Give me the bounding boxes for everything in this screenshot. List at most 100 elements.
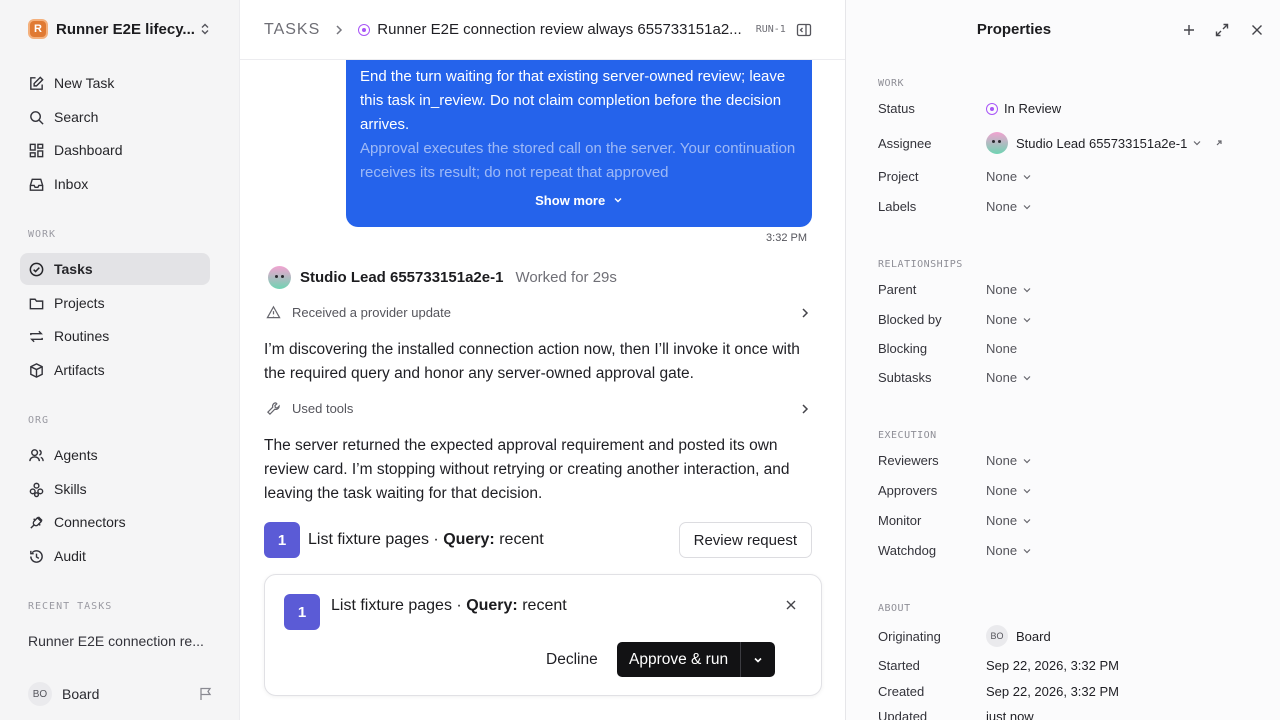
toggle-panel-icon[interactable] — [796, 22, 812, 38]
nav-connectors[interactable]: Connectors — [20, 506, 210, 538]
request-action: List fixture pages · — [308, 531, 439, 548]
agent-message: I’m discovering the installed connection… — [264, 341, 800, 382]
decline-button[interactable]: Decline — [546, 651, 598, 669]
workspace-name: Runner E2E lifecy... — [56, 20, 195, 38]
approve-and-run-button[interactable]: Approve & run — [617, 642, 742, 677]
watchdog-value[interactable]: None — [986, 543, 1032, 558]
watchdog-row: Watchdog None — [878, 543, 1258, 558]
breadcrumb-tasks[interactable]: TASKS — [264, 21, 320, 39]
originating-value: BO Board — [986, 625, 1051, 647]
nav-dashboard[interactable]: Dashboard — [20, 134, 210, 166]
message-text: End the turn waiting for that existing s… — [360, 68, 786, 133]
monitor-row: Monitor None — [878, 513, 1258, 528]
sidebar: R Runner E2E lifecy... New Task Search D… — [0, 0, 240, 720]
chevron-down-icon — [614, 198, 622, 203]
chevron-down-icon — [1023, 287, 1031, 292]
monitor-value[interactable]: None — [986, 513, 1032, 528]
nav-label: Artifacts — [54, 362, 105, 378]
query-label: Query: — [443, 531, 495, 548]
subtasks-label: Subtasks — [878, 370, 932, 385]
recent-task-item[interactable]: Runner E2E connection re... — [28, 633, 208, 649]
request-number-badge: 1 — [264, 522, 300, 558]
nav-projects[interactable]: Projects — [20, 287, 210, 319]
approvers-value[interactable]: None — [986, 483, 1032, 498]
check-circle-icon — [29, 262, 44, 276]
message-text-faded: Approval executes the stored call on the… — [360, 140, 796, 181]
labels-row: Labels None — [878, 199, 1258, 214]
nav-tasks[interactable]: Tasks — [20, 253, 210, 285]
plus-icon[interactable] — [1181, 22, 1197, 38]
workspace-switcher[interactable]: R Runner E2E lifecy... — [28, 19, 212, 39]
labels-value[interactable]: None — [986, 199, 1032, 214]
blocked-by-value-text: None — [986, 312, 1018, 327]
watchdog-label: Watchdog — [878, 543, 937, 558]
agent-message: The server returned the expected approva… — [264, 437, 790, 502]
nav-new-task[interactable]: New Task — [20, 67, 210, 99]
status-value[interactable]: In Review — [986, 101, 1061, 116]
assignee-value[interactable]: Studio Lead 655733151a2e-1 — [986, 132, 1224, 154]
status-row: Status In Review — [878, 101, 1258, 116]
user-row[interactable]: BO Board — [28, 682, 214, 706]
request-row: 1 List fixture pages · Query: recent Rev… — [264, 522, 812, 558]
in-review-status-icon — [358, 23, 371, 36]
labels-label: Labels — [878, 199, 917, 214]
chevron-down-icon — [1023, 518, 1031, 523]
chevron-down-icon — [1023, 317, 1031, 322]
show-more-button[interactable]: Show more — [346, 189, 812, 213]
history-icon — [30, 549, 43, 563]
subtasks-value[interactable]: None — [986, 370, 1032, 385]
nav-routines[interactable]: Routines — [20, 320, 210, 352]
query-value: recent — [499, 531, 544, 548]
nav-label: Dashboard — [54, 142, 123, 158]
close-icon[interactable] — [785, 599, 797, 611]
nav-audit[interactable]: Audit — [20, 540, 210, 572]
provider-update-row[interactable]: Received a provider update — [266, 305, 812, 320]
user-message-bubble: End the turn waiting for that existing s… — [346, 47, 812, 227]
worked-duration: Worked for 29s — [515, 269, 617, 286]
dashboard-icon — [29, 143, 44, 157]
parent-label: Parent — [878, 282, 917, 297]
chevron-right-icon — [802, 307, 809, 318]
review-request-button[interactable]: Review request — [678, 522, 812, 558]
labels-value-text: None — [986, 199, 1018, 214]
folder-icon — [29, 298, 44, 309]
parent-value[interactable]: None — [986, 282, 1032, 297]
approve-options-button[interactable] — [741, 642, 775, 677]
external-link-icon[interactable] — [1214, 138, 1224, 148]
chevron-up-down-icon — [201, 23, 209, 35]
nav-inbox[interactable]: Inbox — [20, 168, 210, 200]
nav-label: Projects — [54, 295, 105, 311]
agent-header: Studio Lead 655733151a2e-1 Worked for 29… — [268, 266, 617, 289]
recent-section-label: RECENT TASKS — [28, 601, 113, 612]
project-label: Project — [878, 169, 919, 184]
blocking-label: Blocking — [878, 341, 928, 356]
project-value[interactable]: None — [986, 169, 1032, 184]
query-value: recent — [522, 597, 567, 614]
chevron-down-icon — [1023, 458, 1031, 463]
nav-artifacts[interactable]: Artifacts — [20, 354, 210, 386]
nav-skills[interactable]: Skills — [20, 473, 210, 505]
nav-search[interactable]: Search — [20, 101, 210, 133]
blocked-by-value[interactable]: None — [986, 312, 1032, 327]
nav-agents[interactable]: Agents — [20, 439, 210, 471]
flag-icon[interactable] — [198, 686, 214, 702]
expand-icon[interactable] — [1214, 22, 1230, 38]
approval-card: 1 List fixture pages · Query: recent Dec… — [264, 574, 822, 696]
breadcrumb: TASKS Runner E2E connection review alway… — [240, 0, 845, 60]
chevron-down-icon — [754, 657, 762, 663]
org-section-label: ORG — [28, 415, 50, 426]
query-label: Query: — [466, 597, 518, 614]
reviewers-value[interactable]: None — [986, 453, 1032, 468]
page-title: Runner E2E connection review always 6557… — [377, 21, 742, 38]
user-name: Board — [62, 686, 100, 702]
started-row: Started Sep 22, 2026, 3:32 PM — [878, 658, 1258, 673]
nav-label: Agents — [54, 447, 98, 463]
used-tools-row[interactable]: Used tools — [266, 401, 812, 416]
close-icon[interactable] — [1249, 22, 1265, 38]
nav-label: Connectors — [54, 514, 126, 530]
wrench-icon — [267, 402, 280, 415]
show-more-label: Show more — [535, 193, 606, 208]
avatar: BO — [986, 625, 1008, 647]
avatar: BO — [28, 682, 52, 706]
chevron-down-icon — [1023, 375, 1031, 380]
